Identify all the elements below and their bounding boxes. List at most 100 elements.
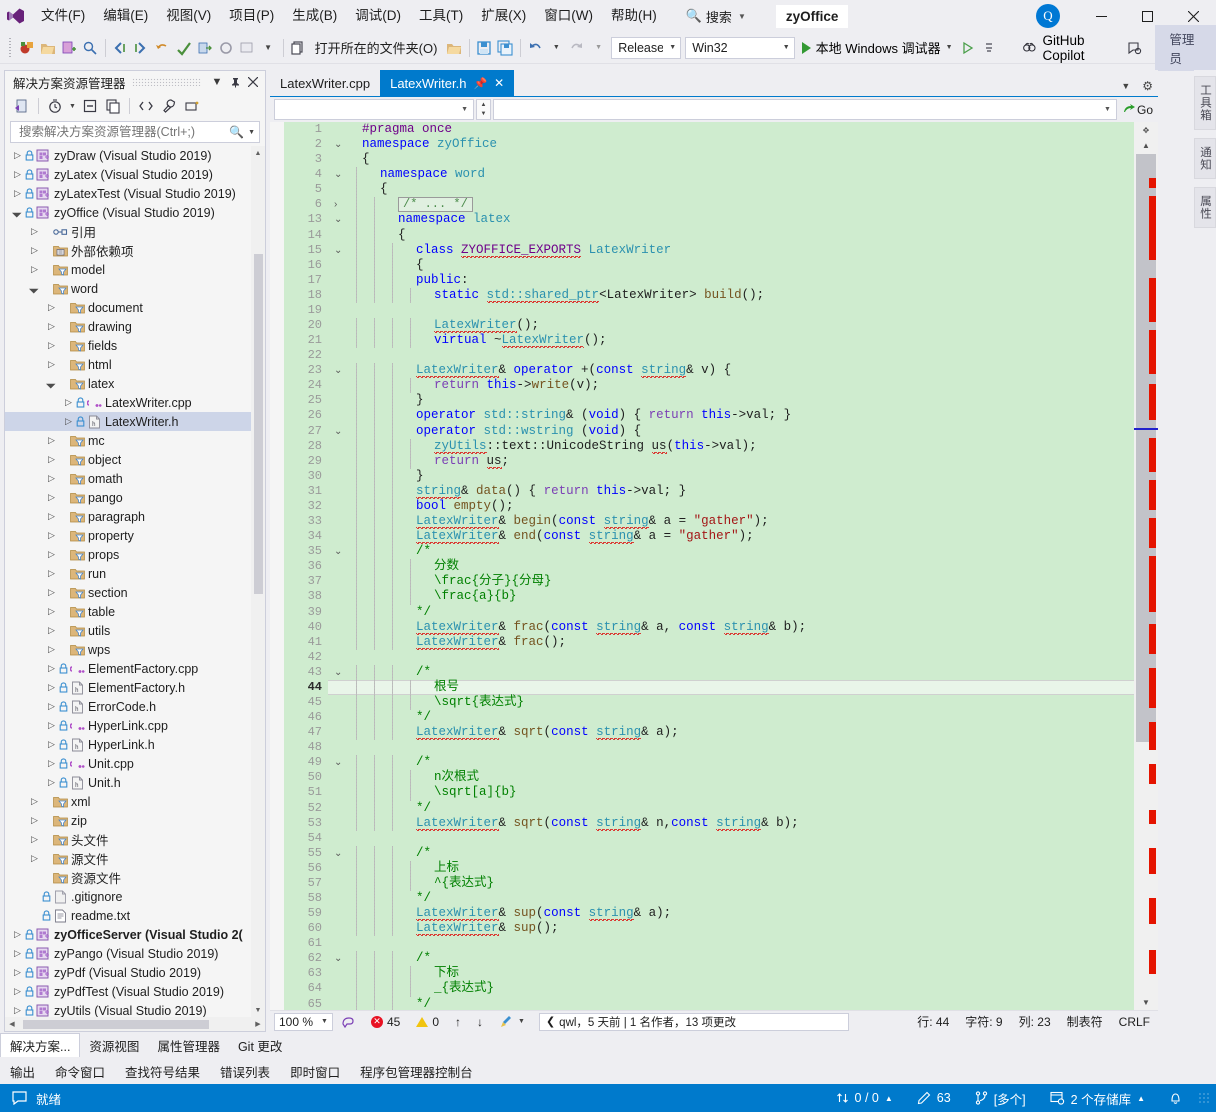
bottom-tab-property-manager[interactable]: 属性管理器 xyxy=(148,1034,229,1057)
scroll-left-arrow-icon[interactable]: ◀ xyxy=(5,1017,19,1031)
pin-tab-icon[interactable]: 📌 xyxy=(473,77,487,90)
fold-toggle-icon[interactable]: ⌄ xyxy=(334,167,342,182)
menu-edit[interactable]: 编辑(E) xyxy=(94,2,157,30)
go-button[interactable]: Go xyxy=(1119,103,1156,117)
spin-up-icon[interactable]: ▲ xyxy=(477,100,490,110)
code-line[interactable]: operator std::string& (void) { return th… xyxy=(328,408,1134,423)
bottom-tab-class-view[interactable]: 资源视图 xyxy=(80,1034,148,1057)
menu-view[interactable]: 视图(V) xyxy=(157,2,220,30)
code-line[interactable] xyxy=(328,303,1134,318)
tree-item-[interactable]: 资源文件 xyxy=(5,868,251,887)
tree-item-hyperlink-cpp[interactable]: ▷HyperLink.cpp xyxy=(5,716,251,735)
code-line[interactable]: */ xyxy=(328,801,1134,816)
collapse-arrow-icon[interactable]: ▷ xyxy=(28,264,41,275)
panel-drag-handle[interactable] xyxy=(132,78,201,86)
expand-arrow-icon[interactable]: ◢ xyxy=(45,379,58,388)
collapse-arrow-icon[interactable]: ▷ xyxy=(45,359,58,370)
collapse-arrow-icon[interactable]: ▷ xyxy=(45,321,58,332)
code-line[interactable]: ⌄namespace zyOffice xyxy=(328,137,1134,152)
tree-item-zyofficeserver-visual-studio-2[interactable]: ▷zyOfficeServer (Visual Studio 2( xyxy=(5,925,251,944)
code-line[interactable]: LatexWriter& frac(); xyxy=(328,635,1134,650)
open-containing-folder-button[interactable]: 打开所在的文件夹(O) xyxy=(309,35,444,60)
close-tab-icon[interactable]: ✕ xyxy=(494,76,504,90)
tree-item-[interactable]: ▷引用 xyxy=(5,222,251,241)
tree-item-unit-h[interactable]: ▷hUnit.h xyxy=(5,773,251,792)
undo-dropdown-icon[interactable]: ▼ xyxy=(547,37,566,59)
member-combo[interactable]: ▼ xyxy=(493,99,1117,120)
code-line[interactable]: ^{表达式} xyxy=(328,876,1134,891)
pending-changes-indicator[interactable]: 0 / 0 ▲ xyxy=(824,1091,905,1105)
current-code-line[interactable]: 根号 xyxy=(328,680,1134,695)
bottom-tab-find-symbol-results[interactable]: 查找符号结果 xyxy=(115,1059,210,1084)
collapse-arrow-icon[interactable]: ▷ xyxy=(45,530,58,541)
menu-file[interactable]: 文件(F) xyxy=(32,2,94,30)
code-line[interactable]: LatexWriter& end(const string& a = "gath… xyxy=(328,529,1134,544)
bottom-tab-error-list[interactable]: 错误列表 xyxy=(210,1059,280,1084)
save-all-icon[interactable] xyxy=(496,37,515,59)
bottom-tab-solution-explorer[interactable]: 解决方案... xyxy=(0,1033,80,1057)
code-cleanup-button[interactable]: ▼ xyxy=(491,1015,533,1029)
tree-item-zydraw-visual-studio-2019[interactable]: ▷zyDraw (Visual Studio 2019) xyxy=(5,146,251,165)
code-line[interactable]: LatexWriter& frac(const string& a, const… xyxy=(328,620,1134,635)
bottom-tab-immediate-window[interactable]: 即时窗口 xyxy=(280,1059,350,1084)
intellicode-status[interactable] xyxy=(333,1015,363,1029)
bottom-tab-command-window[interactable]: 命令窗口 xyxy=(45,1059,115,1084)
add-item-icon[interactable] xyxy=(59,37,78,59)
copy-path-icon[interactable] xyxy=(289,37,308,59)
redo-icon[interactable] xyxy=(568,37,587,59)
collapse-arrow-icon[interactable]: ▷ xyxy=(11,150,24,161)
platform-combo[interactable]: Win32 ▼ xyxy=(685,37,794,59)
tree-item-[interactable]: ▷外部依赖项 xyxy=(5,241,251,260)
tab-list-chevron-icon[interactable]: ▼ xyxy=(1118,81,1133,91)
scrollbar-thumb[interactable] xyxy=(254,254,263,594)
tree-item-mc[interactable]: ▷mc xyxy=(5,431,251,450)
scroll-down-arrow-icon[interactable]: ▼ xyxy=(1134,994,1158,1010)
tree-item-unit-cpp[interactable]: ▷Unit.cpp xyxy=(5,754,251,773)
code-line[interactable] xyxy=(328,740,1134,755)
fold-toggle-icon[interactable]: ⌄ xyxy=(334,363,342,378)
collapse-arrow-icon[interactable]: ▷ xyxy=(45,549,58,560)
tree-item-latexwriter-cpp[interactable]: ▷LatexWriter.cpp xyxy=(5,393,251,412)
menu-debug[interactable]: 调试(D) xyxy=(346,2,410,30)
collapse-arrow-icon[interactable]: ▷ xyxy=(45,606,58,617)
line-ending-indicator[interactable]: CRLF xyxy=(1111,1015,1158,1029)
fold-toggle-icon[interactable]: ⌄ xyxy=(334,846,342,861)
tree-item-latex[interactable]: ◢latex xyxy=(5,374,251,393)
code-line[interactable]: \frac{分子}{分母} xyxy=(328,574,1134,589)
undo-icon[interactable] xyxy=(526,37,545,59)
tree-item-section[interactable]: ▷section xyxy=(5,583,251,602)
code-line[interactable]: bool empty(); xyxy=(328,499,1134,514)
expand-arrow-icon[interactable]: ◢ xyxy=(28,284,41,293)
bottom-tab-git-changes[interactable]: Git 更改 xyxy=(229,1034,291,1057)
redo-dropdown-icon[interactable]: ▼ xyxy=(589,37,608,59)
menu-project[interactable]: 项目(P) xyxy=(220,2,283,30)
menu-build[interactable]: 生成(B) xyxy=(283,2,346,30)
tree-item-hyperlink-h[interactable]: ▷hHyperLink.h xyxy=(5,735,251,754)
code-line[interactable]: ⌄/* xyxy=(328,846,1134,861)
tab-latexwriter-cpp[interactable]: LatexWriter.cpp xyxy=(270,70,380,96)
collapse-arrow-icon[interactable]: ▷ xyxy=(11,986,24,997)
solution-explorer-search[interactable]: 🔍 ▼ xyxy=(10,121,260,143)
fold-toggle-icon[interactable]: › xyxy=(334,197,337,212)
code-line[interactable]: */ xyxy=(328,891,1134,906)
code-line[interactable]: { xyxy=(328,228,1134,243)
tree-item-utils[interactable]: ▷utils xyxy=(5,621,251,640)
fold-toggle-icon[interactable]: ⌄ xyxy=(334,243,342,258)
collapse-arrow-icon[interactable]: ▷ xyxy=(28,245,41,256)
collapse-arrow-icon[interactable]: ▷ xyxy=(45,625,58,636)
code-line[interactable]: 分数 xyxy=(328,559,1134,574)
code-line[interactable]: \sqrt{表达式} xyxy=(328,695,1134,710)
copilot-account-icon[interactable]: Q xyxy=(1036,4,1060,28)
menu-tools[interactable]: 工具(T) xyxy=(410,2,472,30)
code-line[interactable]: ⌄class ZYOFFICE_EXPORTS LatexWriter xyxy=(328,243,1134,258)
collapse-arrow-icon[interactable]: ▷ xyxy=(45,777,58,788)
tree-item-zyutils-visual-studio-2019[interactable]: ▷zyUtils (Visual Studio 2019) xyxy=(5,1001,251,1017)
collapse-arrow-icon[interactable]: ▷ xyxy=(11,1005,24,1016)
code-line[interactable]: { xyxy=(328,152,1134,167)
expand-arrow-icon[interactable]: ◢ xyxy=(11,208,24,217)
collapse-arrow-icon[interactable]: ▷ xyxy=(45,720,58,731)
collapse-arrow-icon[interactable]: ▷ xyxy=(11,169,24,180)
hscrollbar-thumb[interactable] xyxy=(23,1020,209,1029)
code-editor[interactable]: 1234561314151617181920212223242526272829… xyxy=(270,122,1158,1010)
project-context-spinner[interactable]: ▲ ▼ xyxy=(476,99,491,120)
